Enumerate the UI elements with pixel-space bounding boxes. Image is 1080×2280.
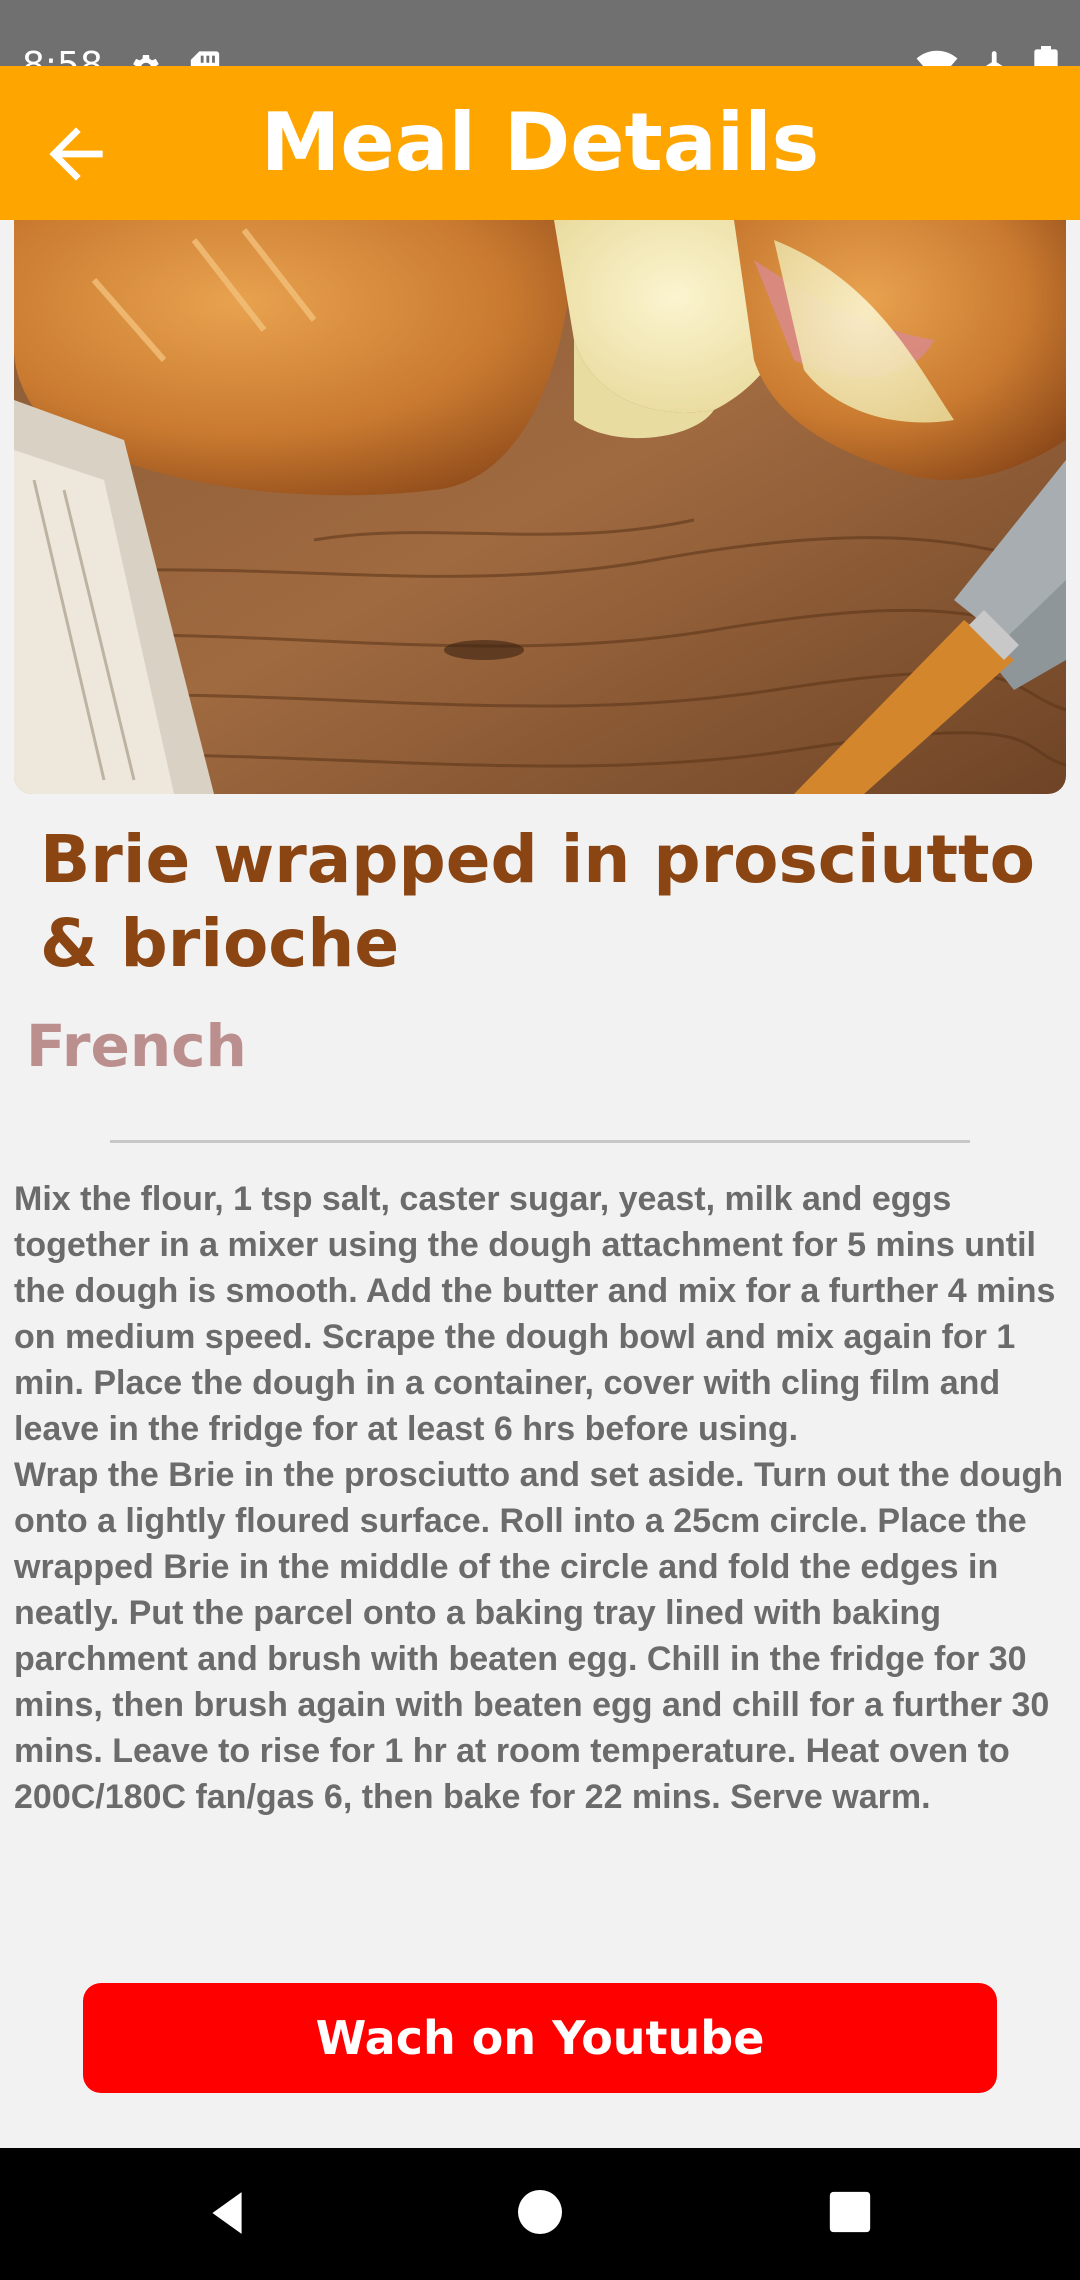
- divider: [110, 1140, 970, 1143]
- app-bar: Meal Details: [0, 66, 1080, 220]
- page-title: Meal Details: [260, 96, 820, 189]
- meal-area: French: [26, 1012, 247, 1080]
- meal-image: [14, 220, 1066, 794]
- home-circle-icon[interactable]: [516, 2188, 564, 2236]
- status-bar: 8:58: [0, 0, 1080, 86]
- meal-instructions: Mix the flour, 1 tsp salt, caster sugar,…: [14, 1180, 1064, 1816]
- recents-square-icon[interactable]: [828, 2190, 872, 2234]
- meal-photo: [14, 220, 1066, 794]
- back-triangle-icon[interactable]: [202, 2188, 252, 2238]
- watch-youtube-button[interactable]: Wach on Youtube: [83, 1983, 997, 2093]
- system-nav-bar: [0, 2148, 1080, 2280]
- meal-title: Brie wrapped in prosciutto & brioche: [40, 821, 1035, 982]
- arrow-left-icon[interactable]: [36, 114, 116, 194]
